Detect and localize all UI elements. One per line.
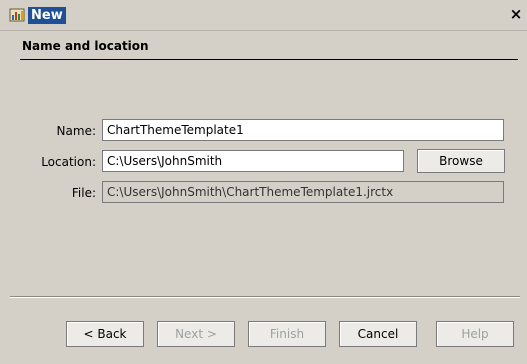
location-input[interactable] — [102, 150, 404, 172]
back-button[interactable]: < Back — [66, 321, 144, 347]
window-title: New — [28, 7, 66, 24]
app-icon — [9, 8, 25, 22]
cancel-button[interactable]: Cancel — [339, 321, 417, 347]
title-bar: New × — [0, 0, 527, 31]
file-path-field: C:\Users\JohnSmith\ChartThemeTemplate1.j… — [102, 181, 504, 203]
name-label: Name: — [56, 124, 96, 138]
finish-button[interactable]: Finish — [248, 321, 326, 347]
footer-divider — [10, 296, 520, 297]
name-input[interactable] — [102, 119, 504, 141]
browse-button[interactable]: Browse — [417, 149, 505, 173]
location-label: Location: — [41, 155, 96, 169]
close-icon[interactable]: × — [508, 6, 524, 22]
file-label: File: — [71, 186, 96, 200]
section-divider — [20, 59, 518, 60]
section-title: Name and location — [22, 39, 149, 53]
next-button[interactable]: Next > — [157, 321, 235, 347]
help-button[interactable]: Help — [436, 321, 514, 347]
